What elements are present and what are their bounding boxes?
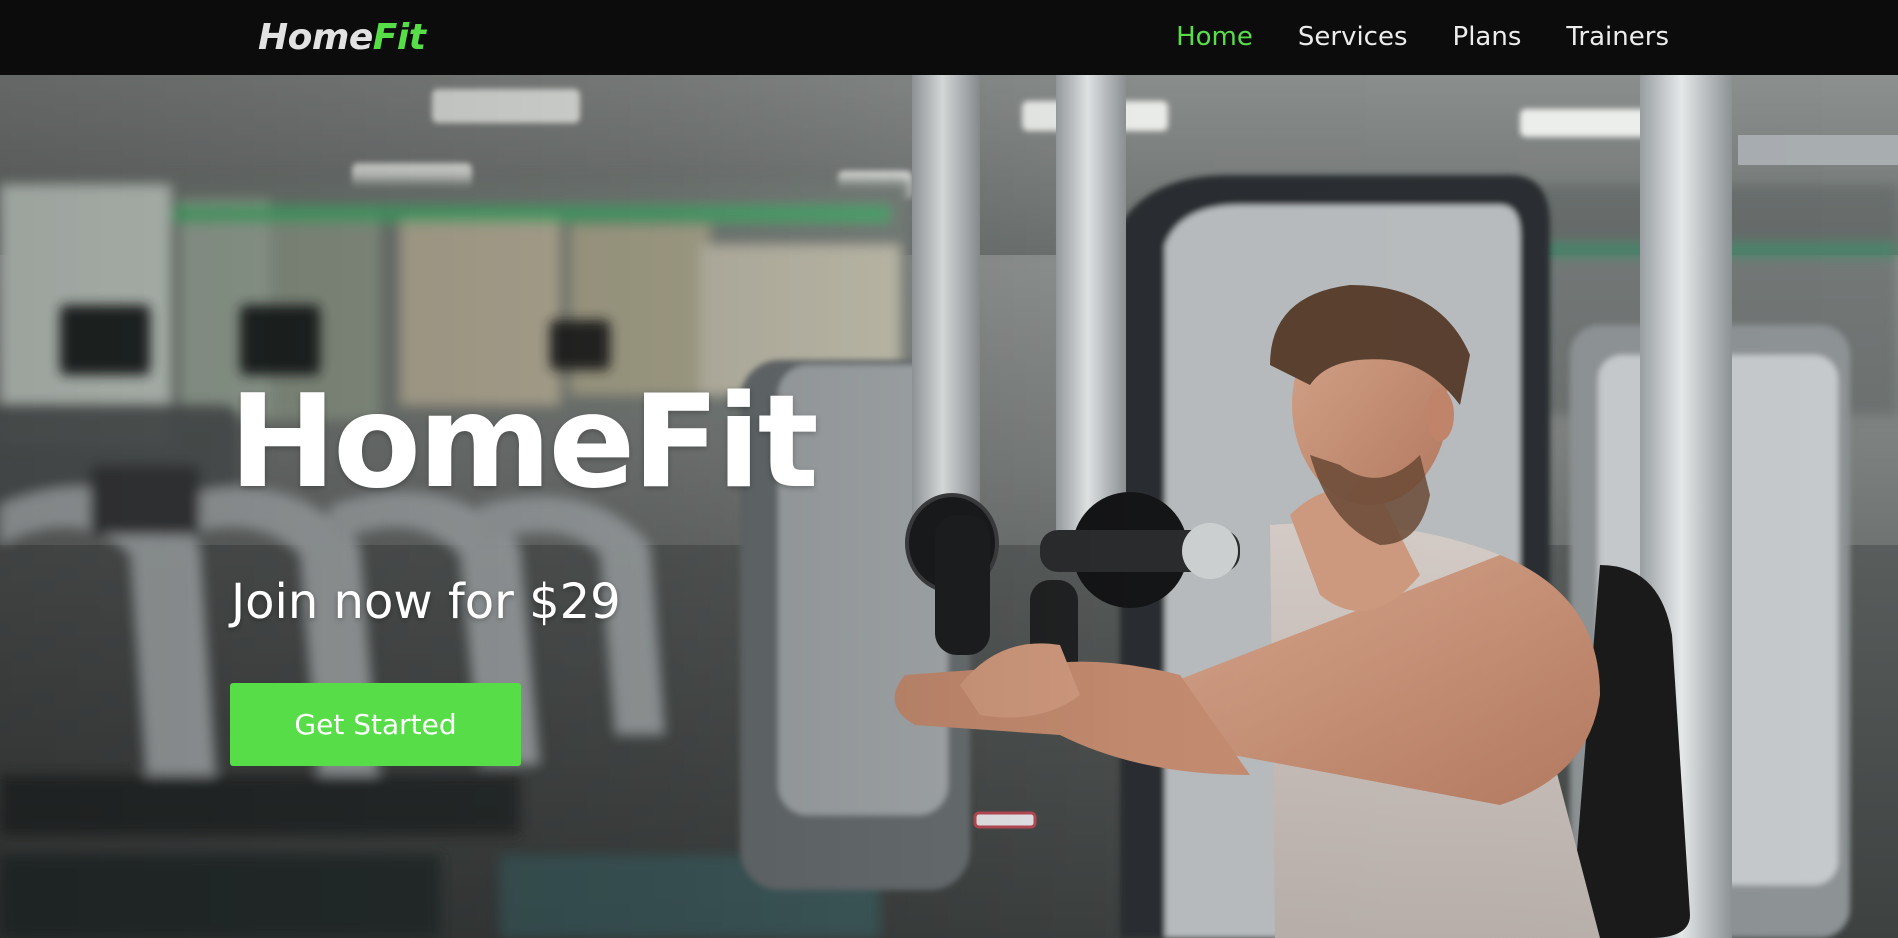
logo-text-home: Home [258,17,373,58]
hero-section: HomeFit Join now for $29 Get Started [0,75,1898,938]
nav-link-services[interactable]: Services [1298,17,1408,57]
nav-link-trainers[interactable]: Trainers [1566,17,1669,57]
hero-subtitle: Join now for $29 [231,574,621,630]
nav-link-home[interactable]: Home [1176,17,1253,57]
brand-logo[interactable]: HomeFit [258,14,426,62]
nav-link-plans[interactable]: Plans [1453,17,1522,57]
hero-title: HomeFit [229,368,819,517]
main-nav: Home Services Plans Trainers [1176,17,1669,57]
logo-text-fit: Fit [372,17,426,58]
top-navbar: HomeFit Home Services Plans Trainers [0,0,1898,75]
get-started-button[interactable]: Get Started [230,683,521,766]
